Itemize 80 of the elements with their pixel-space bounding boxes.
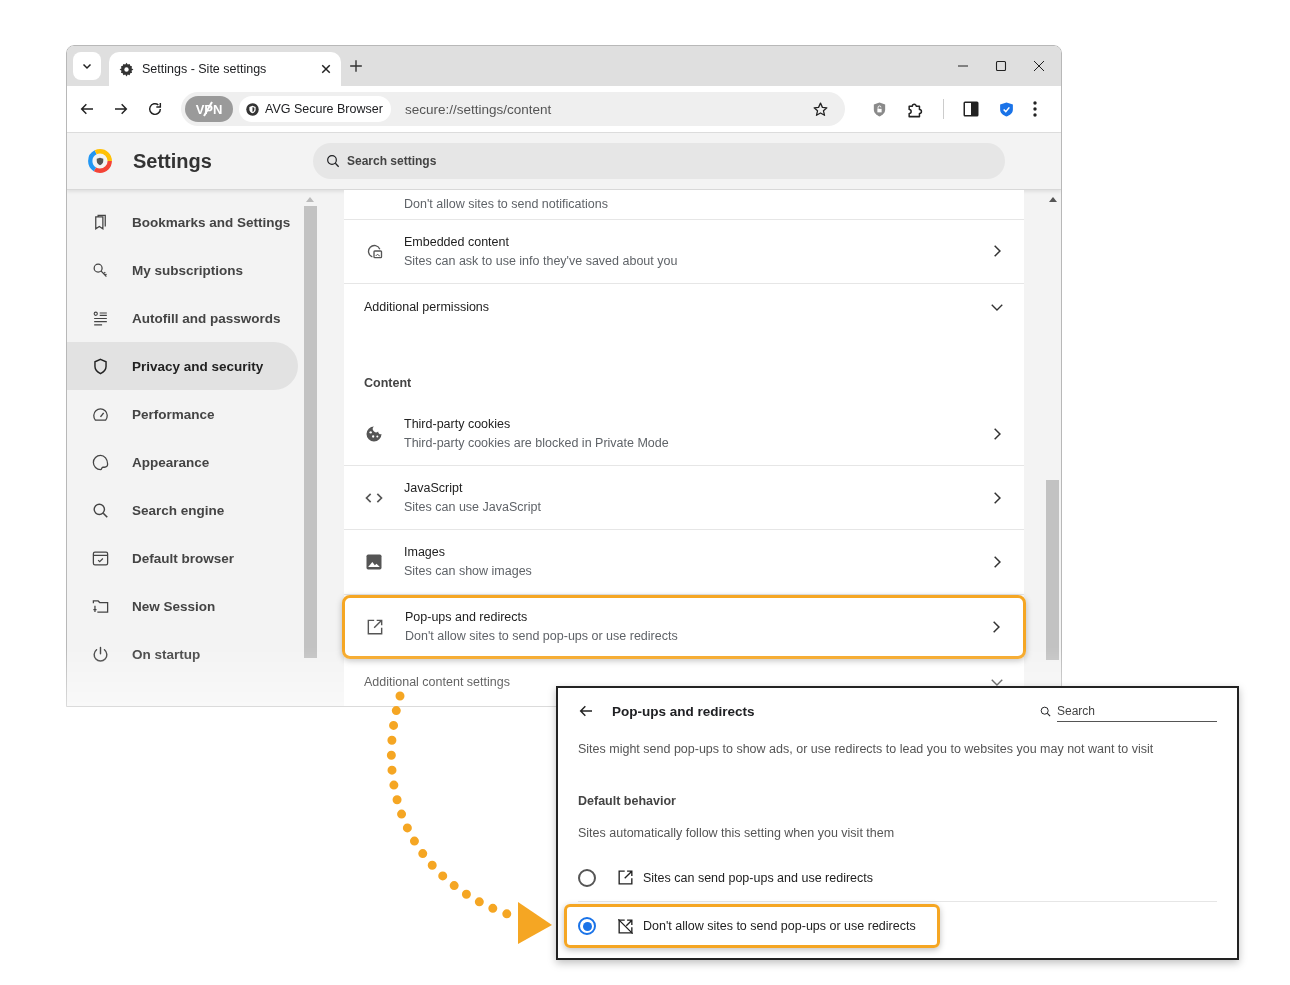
menu-button[interactable] [1033,101,1037,117]
shield-icon [91,356,110,376]
row-title: JavaScript [404,481,464,496]
close-icon [1033,60,1045,72]
description-text: Sites might send pop-ups to show ads, or use redirects to lead you to websites you may not want to visit [578,742,1155,756]
sidebar-item[interactable]: New Session [67,582,298,630]
maximize-icon [995,60,1007,72]
sidebar-item[interactable]: Search engine [67,486,298,534]
search-field[interactable]: Search settings [313,143,1005,179]
browser-badge[interactable]: AVG Secure Browser [239,96,391,122]
sidebar-item[interactable]: Performance [67,390,298,438]
settings-title: Settings [133,149,213,173]
row-subtitle: Don't allow sites to send pop-ups or use redirects [405,629,679,644]
row-subtitle: Don't allow sites to send notifications [404,196,608,211]
new-tab-button[interactable] [349,59,363,73]
close-window-button[interactable] [1033,60,1045,72]
minimize-icon [957,65,969,67]
privacy-shield-button[interactable] [871,100,888,118]
maximize-button[interactable] [995,60,1007,72]
sidebar-item[interactable]: Appearance [67,438,298,486]
section-heading: Default behavior [578,794,677,808]
sidebar-item[interactable]: Default browser [67,534,298,582]
sidebar-item[interactable]: Bookmarks and Settings [67,198,298,246]
expander-row[interactable]: Additional content settings [344,658,1024,706]
dialog-title: Pop-ups and redirects [612,703,756,719]
search-icon [325,153,341,169]
search-icon [1039,704,1052,718]
image-icon [364,552,384,572]
blocked-link-icon [616,916,635,936]
back-button[interactable] [578,703,594,719]
row-subtitle: Sites can use JavaScript [404,500,542,515]
browser-tab[interactable]: Settings - Site settings [109,52,341,86]
tab-search-button[interactable] [73,52,101,80]
reload-button[interactable] [147,101,163,117]
sidebar-item[interactable]: Autofill and passwords [67,294,298,342]
row-title: Images [404,545,446,560]
close-icon [321,64,331,74]
forward-button[interactable] [113,101,129,117]
settings-row[interactable]: Embedded content Sites can ask to use info they've saved about you [344,219,1024,284]
scrollbar-thumb[interactable] [1046,480,1059,660]
sidebar-item[interactable]: On startup [67,630,298,678]
row-title: Embedded content [404,234,510,249]
expander-row[interactable]: Additional permissions [344,283,1024,332]
radio-button[interactable] [578,917,596,935]
section-note: Sites automatically follow this setting when you visit them [578,826,896,840]
option-label: Sites can send pop-ups and use redirects [643,870,873,885]
search-icon [91,500,110,520]
radio-option[interactable]: Sites can send pop-ups and use redirects [578,854,1217,902]
plus-icon [349,59,363,73]
shield-logo-icon [245,101,260,117]
side-panel-button[interactable] [962,100,980,118]
power-icon [91,644,110,664]
row-subtitle: Sites can show images [404,564,533,579]
scroll-up-icon[interactable] [1048,196,1057,202]
palette-icon [91,452,110,472]
row-title: Third-party cookies [404,417,512,432]
row-subtitle: Sites can ask to use info they've saved about you [404,253,679,268]
settings-row[interactable]: Third-party cookies Third-party cookies are blocked in Private Mode [344,402,1024,467]
gear-icon [119,61,134,77]
external-link-icon [616,868,635,887]
bookmark-star-button[interactable] [812,100,829,118]
settings-row[interactable]: JavaScript Sites can use JavaScript [344,466,1024,531]
logo-icon [87,148,113,174]
section-heading: Content [363,375,413,393]
close-tab-button[interactable] [321,64,331,74]
radio-button[interactable] [578,868,596,887]
url-text: secure://settings/content [403,101,553,117]
settings-row[interactable]: Images Sites can show images [344,530,1024,595]
back-button[interactable] [79,101,95,117]
sidebar-item[interactable]: My subscriptions [67,246,298,294]
row-subtitle: Third-party cookies are blocked in Private Mode [404,436,670,451]
radio-option[interactable]: Don't allow sites to send pop-ups or use redirects [564,904,940,948]
search-field[interactable]: Search [1057,700,1217,722]
settings-row[interactable]: Pop-ups and redirects Don't allow sites to send pop-ups or use redirects [342,594,1026,659]
tab-title: Settings - Site settings [142,62,268,76]
scrollbar-thumb[interactable] [303,206,317,658]
sidebar-item[interactable]: Privacy and security [67,342,298,390]
row-title: Pop-ups and redirects [405,610,529,625]
shield-check-button[interactable] [998,100,1015,118]
option-label: Don't allow sites to send pop-ups or use redirects [643,919,916,933]
